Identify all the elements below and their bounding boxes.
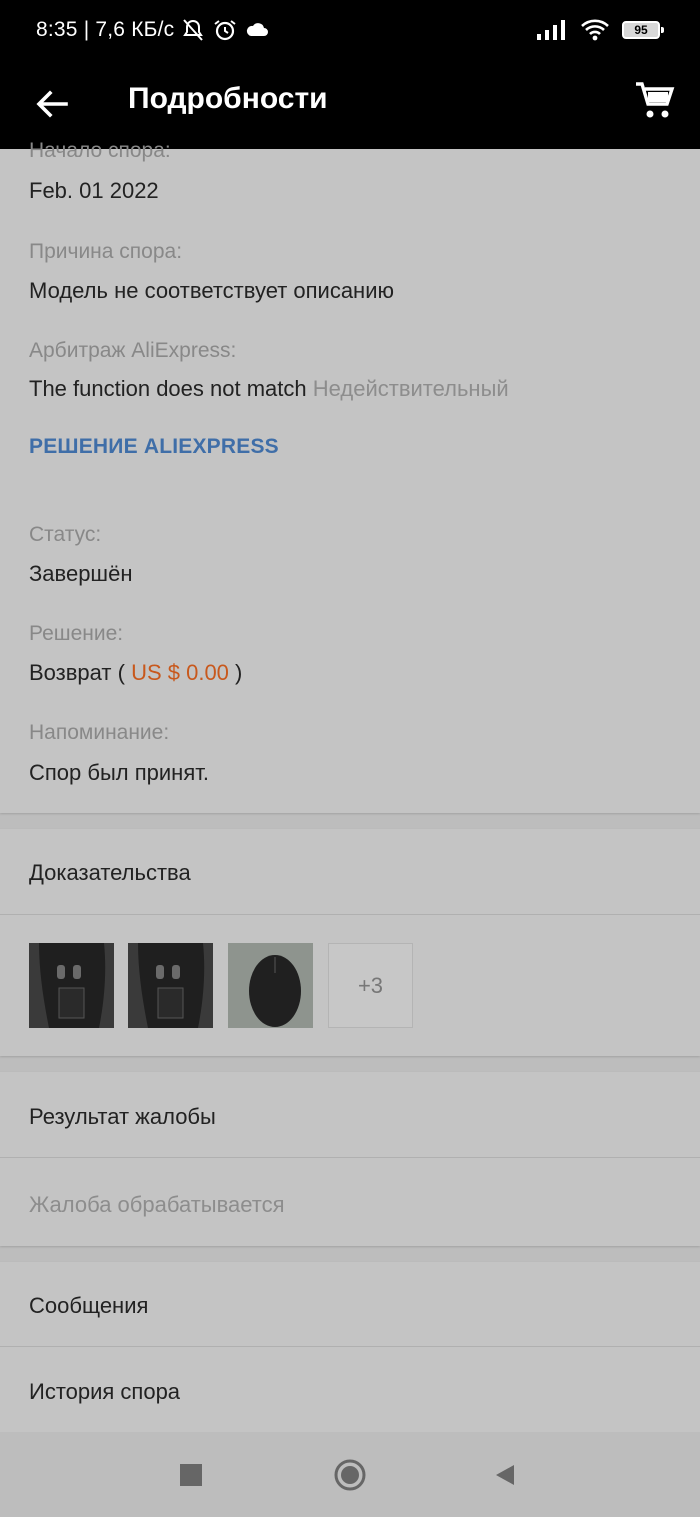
messages-item[interactable]: Сообщения — [29, 1293, 148, 1319]
resolution-prefix: Возврат ( — [29, 660, 125, 685]
complaint-card — [0, 1072, 700, 1246]
status-network-speed: | 7,6 КБ/с — [83, 18, 175, 41]
evidence-thumbnail-3[interactable] — [228, 943, 313, 1028]
status-bar: 8:35 | 7,6 КБ/с 95 — [0, 0, 700, 62]
cart-icon[interactable] — [632, 78, 676, 122]
app-bar: Подробности — [0, 62, 700, 149]
status-value: Завершён — [29, 561, 133, 586]
resolution-suffix: ) — [235, 660, 243, 685]
signal-icon — [537, 20, 565, 40]
status-right: 95 — [536, 18, 664, 42]
alarm-icon — [214, 20, 236, 41]
resolution-label: Решение: — [29, 622, 124, 645]
reason-value: Модель не соответствует описанию — [29, 278, 394, 303]
reminder-label: Напоминание: — [29, 721, 170, 744]
evidence-thumbnail-2[interactable] — [128, 943, 213, 1028]
arbitration-label: Арбитраж AliExpress: — [29, 339, 237, 362]
evidence-image-3 — [228, 943, 313, 1028]
arbitration-value: The function does not match — [29, 376, 307, 401]
battery-level: 95 — [634, 23, 648, 37]
status-left: 8:35 | 7,6 КБ/с — [36, 18, 270, 42]
dispute-start-label: Начало спора: — [29, 139, 171, 162]
evidence-more-button[interactable]: +3 — [328, 943, 413, 1028]
reason-label: Причина спора: — [29, 240, 183, 263]
refund-amount: US $ 0.00 — [131, 660, 229, 685]
menu-card — [0, 1262, 700, 1432]
status-time: 8:35 — [36, 18, 78, 41]
wifi-icon — [581, 19, 609, 41]
arrow-left-icon[interactable] — [30, 82, 74, 126]
dispute-history-item[interactable]: История спора — [29, 1379, 180, 1405]
resolution-value: Возврат ( US $ 0.00 ) — [29, 660, 242, 686]
evidence-image-1 — [29, 943, 114, 1028]
system-nav-bar — [0, 1432, 700, 1517]
complaint-status: Жалоба обрабатывается — [29, 1192, 285, 1217]
back-nav-icon[interactable] — [494, 1463, 516, 1487]
recent-apps-icon[interactable] — [180, 1464, 202, 1486]
mute-icon — [183, 19, 204, 41]
evidence-thumbnail-1[interactable] — [29, 943, 114, 1028]
evidence-title: Доказательства — [29, 860, 191, 885]
status-label: Статус: — [29, 523, 102, 546]
evidence-more-count: +3 — [357, 972, 384, 998]
complaint-title: Результат жалобы — [29, 1104, 216, 1129]
aliexpress-decision-link[interactable]: РЕШЕНИЕ ALIEXPRESS — [29, 435, 279, 459]
home-icon[interactable] — [333, 1458, 367, 1492]
arbitration-status: Недействительный — [312, 376, 509, 401]
reminder-value: Спор был принят. — [29, 760, 209, 785]
cloud-icon — [247, 23, 269, 36]
arbitration-value-row: The function does not match Недействител… — [29, 376, 509, 402]
evidence-divider — [0, 914, 700, 915]
evidence-image-2 — [128, 943, 213, 1028]
dispute-start-value: Feb. 01 2022 — [29, 178, 159, 203]
page-title: Подробности — [128, 82, 328, 115]
complaint-divider — [0, 1157, 700, 1158]
menu-divider — [0, 1346, 700, 1347]
battery-icon: 95 — [622, 21, 664, 39]
